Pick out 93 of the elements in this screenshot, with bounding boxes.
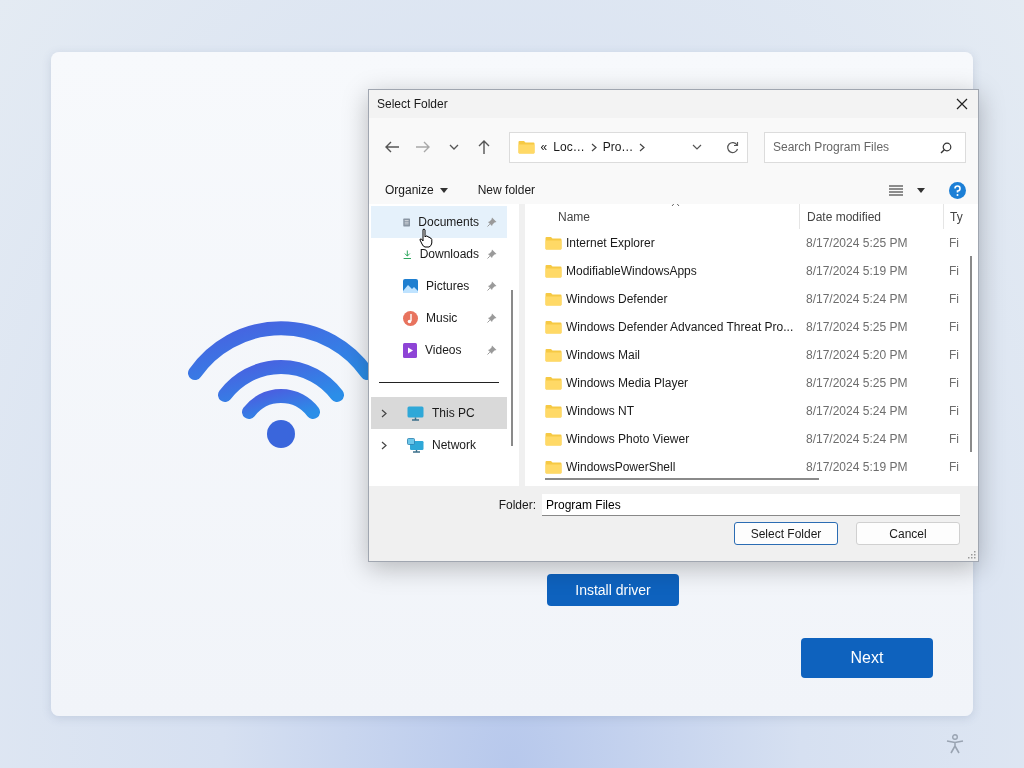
- close-icon: [956, 98, 968, 110]
- type-cell-text: Fi: [948, 236, 959, 250]
- sidebar-item[interactable]: Downloads: [371, 238, 507, 270]
- date-cell-text: 8/17/2024 5:24 PM: [805, 292, 909, 306]
- folder-icon: [545, 460, 562, 474]
- folder-icon: [545, 376, 562, 390]
- folder-name-cell[interactable]: Windows Defender: [525, 292, 799, 306]
- folder-icon: [517, 140, 535, 154]
- scrollbar[interactable]: [511, 290, 513, 446]
- hand-cursor-icon: [419, 228, 433, 248]
- breadcrumb[interactable]: Loc…: [553, 140, 585, 154]
- monitor-icon: [407, 405, 424, 421]
- folder-icon: [545, 348, 562, 362]
- date-cell-text: 8/17/2024 5:25 PM: [805, 320, 909, 334]
- pin-icon: [487, 281, 497, 291]
- right-arrow-icon: [415, 140, 432, 154]
- sidebar-item[interactable]: Music: [371, 302, 507, 334]
- new-folder-button[interactable]: New folder: [471, 180, 542, 200]
- dialog-button[interactable]: Cancel: [856, 522, 960, 545]
- dialog-button[interactable]: Select Folder: [734, 522, 838, 545]
- type-cell-text: Fi: [948, 264, 959, 278]
- type-cell-text: Fi: [948, 432, 959, 446]
- type-cell-text: Fi: [948, 292, 959, 306]
- list-view-icon: [889, 184, 903, 196]
- folder-name-cell[interactable]: Windows NT: [525, 404, 799, 418]
- folder-name-cell[interactable]: Windows Mail: [525, 348, 799, 362]
- type-cell-text: Fi: [948, 320, 959, 334]
- folder-name-field[interactable]: Program Files: [542, 494, 960, 516]
- resize-grip-icon[interactable]: [967, 550, 976, 559]
- type-cell-text: Fi: [948, 404, 959, 418]
- type-cell-text: Fi: [948, 348, 959, 362]
- dialog-title: Select Folder: [377, 97, 448, 111]
- expand-chevron-icon: [381, 440, 387, 450]
- video-icon: [403, 342, 417, 358]
- pin-icon: [487, 345, 497, 355]
- pin-icon: [487, 313, 497, 323]
- sidebar-item[interactable]: Documents: [371, 206, 507, 238]
- folder-name-cell[interactable]: WindowsPowerShell: [525, 460, 799, 474]
- tree-item[interactable]: Network: [371, 429, 507, 461]
- scrollbar[interactable]: [970, 256, 972, 452]
- sidebar-item[interactable]: Videos: [371, 334, 507, 366]
- folder-name-cell[interactable]: Windows Media Player: [525, 376, 799, 390]
- folder-name-cell[interactable]: Windows Defender Advanced Threat Pro...: [525, 320, 799, 334]
- music-icon: [403, 310, 418, 326]
- folder-icon: [545, 320, 562, 334]
- folder-icon: [545, 292, 562, 306]
- sidebar-item[interactable]: Pictures: [371, 270, 507, 302]
- pin-icon: [487, 249, 497, 259]
- network-icon: [407, 437, 424, 453]
- expand-chevron-icon: [381, 408, 387, 418]
- folder-icon: [545, 264, 562, 278]
- picture-icon: [403, 279, 418, 293]
- up-arrow-icon: [476, 139, 491, 155]
- overflow-glyph[interactable]: «: [540, 140, 548, 154]
- folder-icon: [545, 432, 562, 446]
- folder-label: Folder:: [498, 498, 536, 512]
- date-cell-text: 8/17/2024 5:24 PM: [805, 432, 909, 446]
- refresh-icon[interactable]: [726, 140, 739, 154]
- date-cell-text: 8/17/2024 5:24 PM: [805, 404, 909, 418]
- date-cell-text: 8/17/2024 5:25 PM: [805, 376, 909, 390]
- type-cell-text: Fi: [948, 376, 959, 390]
- date-cell-text: 8/17/2024 5:25 PM: [805, 236, 909, 250]
- date-cell-text: 8/17/2024 5:20 PM: [805, 348, 909, 362]
- address-bar[interactable]: « Loc… Pro…: [508, 131, 748, 163]
- search-icon: [940, 141, 952, 154]
- type-cell-text: Fi: [948, 460, 959, 474]
- column-header[interactable]: Ty: [943, 204, 963, 229]
- folder-name-cell[interactable]: Windows Photo Viewer: [525, 432, 799, 446]
- folder-name-cell[interactable]: ModifiableWindowsApps: [525, 264, 799, 278]
- folder-icon: [545, 404, 562, 418]
- accessibility-icon[interactable]: [946, 734, 964, 754]
- column-header[interactable]: Name: [525, 209, 799, 224]
- folder-icon: [545, 236, 562, 250]
- date-cell-text: 8/17/2024 5:19 PM: [805, 460, 909, 474]
- chevron-right-icon: [639, 142, 646, 152]
- tree-item[interactable]: This PC: [371, 397, 507, 429]
- date-cell-text: 8/17/2024 5:19 PM: [805, 264, 909, 278]
- caret-down-icon: [439, 187, 448, 193]
- help-icon[interactable]: [949, 181, 966, 199]
- caret-down-icon: [917, 187, 925, 193]
- left-arrow-icon: [383, 140, 400, 154]
- chevron-down-icon: [448, 144, 459, 150]
- folder-name-cell[interactable]: Internet Explorer: [525, 236, 799, 250]
- next-button[interactable]: Next: [801, 638, 933, 678]
- organize-button[interactable]: Organize: [379, 180, 454, 200]
- column-header[interactable]: Date modified: [799, 204, 943, 229]
- pin-icon: [487, 217, 497, 227]
- dropdown-icon[interactable]: [692, 144, 702, 150]
- chevron-right-icon: [590, 142, 597, 152]
- scrollbar[interactable]: [545, 478, 819, 480]
- search-field[interactable]: Search Program Files: [764, 131, 966, 163]
- install-driver-button[interactable]: Install driver: [547, 574, 679, 606]
- breadcrumb[interactable]: Pro…: [602, 140, 634, 154]
